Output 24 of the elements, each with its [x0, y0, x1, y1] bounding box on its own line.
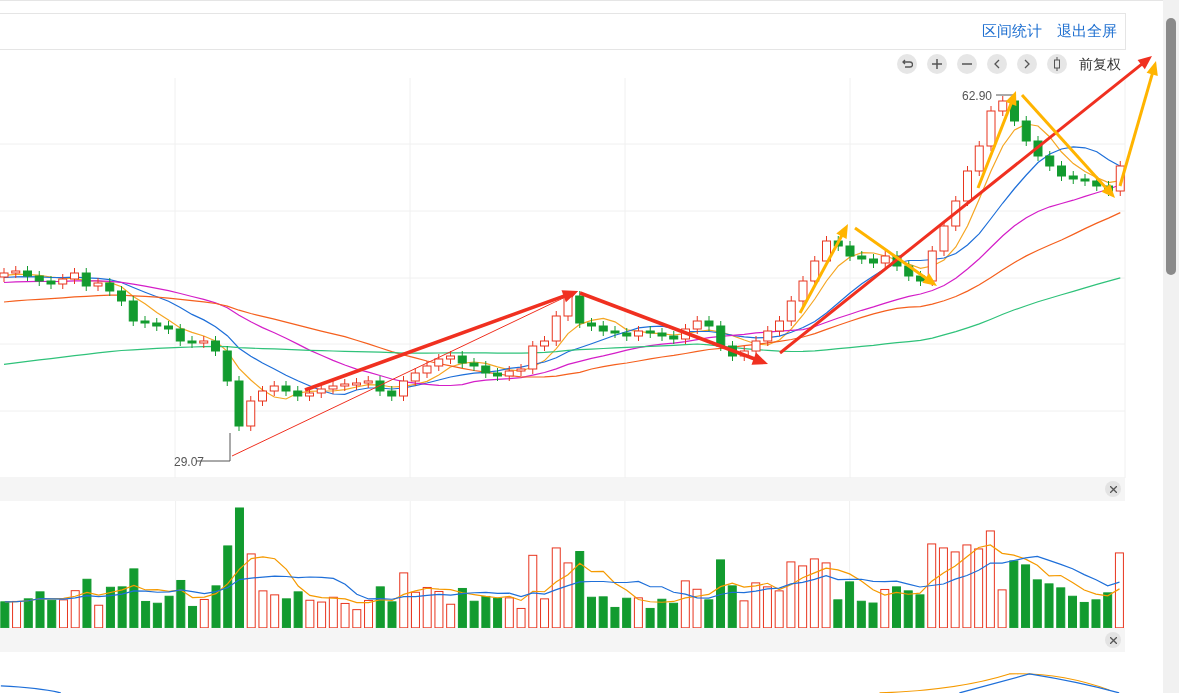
zoom-out-button[interactable] [957, 54, 977, 75]
chevron-right-icon [1024, 59, 1030, 70]
candlestick-icon [1054, 57, 1060, 72]
header-link[interactable]: 退出全屏 [1057, 20, 1117, 43]
chevron-left-icon [994, 59, 1000, 70]
close-icon [1109, 485, 1117, 493]
minus-icon [962, 63, 972, 66]
low-price-label: 29.07 [174, 453, 205, 471]
plus-icon [932, 59, 942, 70]
leader-line [995, 94, 1015, 96]
header-link[interactable]: 区间统计 [982, 20, 1042, 43]
scroll-right-button[interactable] [1017, 54, 1037, 75]
zoom-in-button[interactable] [927, 54, 947, 75]
price-adjust-mode[interactable]: 前复权 [1079, 53, 1121, 75]
chart-type-button[interactable] [1047, 54, 1067, 75]
scrollbar-thumb[interactable] [1166, 18, 1176, 275]
close-button[interactable] [1105, 481, 1121, 498]
close-icon [1109, 636, 1117, 644]
close-button[interactable] [1105, 632, 1121, 649]
undo-button[interactable] [897, 54, 917, 75]
high-price-label: 62.90 [962, 87, 993, 105]
indicator-line [0, 685, 62, 693]
scroll-left-button[interactable] [987, 54, 1007, 75]
undo-icon [901, 59, 913, 70]
